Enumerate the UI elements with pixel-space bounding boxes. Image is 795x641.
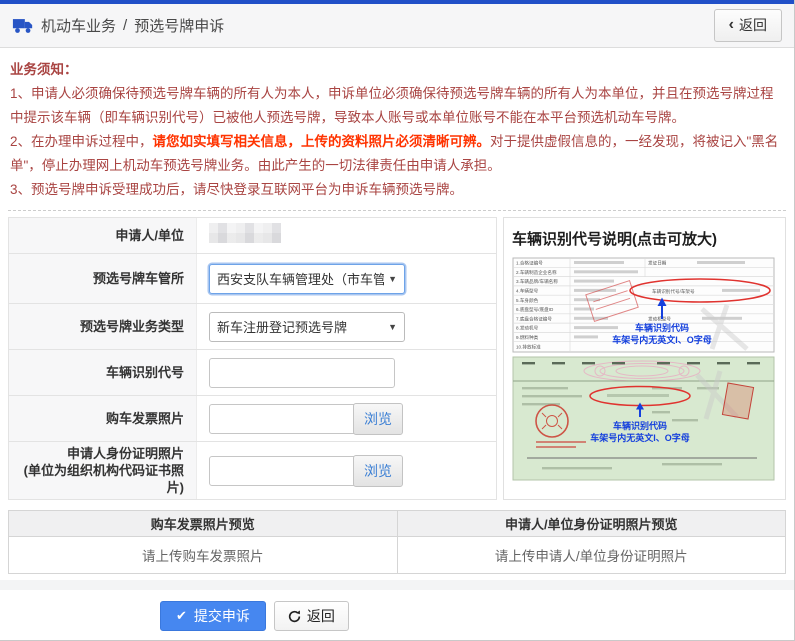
spacer (0, 580, 794, 590)
biztype-select-value: 新车注册登记预选号牌 (217, 317, 384, 336)
id-browse-button[interactable]: 浏览 (353, 455, 403, 487)
preview-header-invoice: 购车发票照片预览 (9, 511, 398, 536)
vin-illustration[interactable]: 1.合格证编号 2.车辆制造企业名称 3.车辆品牌/车辆名称 4.车辆型号 5.车身颜色… (512, 257, 777, 483)
svg-text:8.发动机号: 8.发动机号 (516, 325, 539, 332)
invoice-photo-label: 购车发票照片 (9, 396, 197, 441)
notice-line-1: 1、申请人必须确保待预选号牌车辆的所有人为本人，申诉单位必须确保待预选号牌车辆的… (10, 82, 784, 130)
breadcrumb-separator: / (123, 17, 127, 34)
invoice-photo-cell: 浏览 (197, 396, 496, 441)
applicant-label: 申请人/单位 (9, 218, 197, 253)
svg-text:6.底盘型号/底盘ID: 6.底盘型号/底盘ID (516, 306, 554, 313)
svg-text:2.车辆制造企业名称: 2.车辆制造企业名称 (516, 269, 557, 276)
notice-line-2: 2、在办理申诉过程中，请您如实填写相关信息，上传的资料照片必须清晰可辨。对于提供… (10, 130, 784, 178)
checkmark-icon: ✔ (176, 608, 187, 624)
svg-text:5.车身颜色: 5.车身颜色 (516, 297, 539, 304)
id-photo-row: 申请人身份证明照片 (单位为组织机构代码证书照片) 浏览 (9, 442, 496, 500)
preview-cell-id: 请上传申请人/单位身份证明照片 (398, 537, 786, 573)
notice-line-2-emphasis: 请您如实填写相关信息，上传的资料照片必须清晰可辨。 (153, 134, 491, 149)
preview-cell-invoice: 请上传购车发票照片 (9, 537, 398, 573)
id-photo-label-main: 申请人身份证明照片 (67, 445, 184, 462)
back-arrow-icon: ‹ (729, 19, 734, 31)
svg-text:1.合格证编号: 1.合格证编号 (516, 260, 543, 267)
id-file-group: 浏览 (209, 455, 403, 487)
vin-row: 车辆识别代号 (9, 350, 496, 396)
vin-annotation2-line1: 车辆识别代码 (613, 420, 667, 431)
breadcrumb-section: 机动车业务 (41, 15, 116, 36)
biztype-select[interactable]: 新车注册登记预选号牌 ▼ (209, 312, 405, 342)
vin-annotation2-line2: 车架号内无英文I、O字母 (590, 432, 690, 443)
biztype-label: 预选号牌业务类型 (9, 304, 197, 349)
preview-table: 购车发票照片预览 申请人/单位身份证明照片预览 请上传购车发票照片 请上传申请人… (8, 510, 786, 574)
submit-appeal-button[interactable]: ✔ 提交申诉 (160, 601, 266, 631)
vin-cell-label: 车辆识别代号/车架号 (652, 288, 695, 295)
invoice-browse-button[interactable]: 浏览 (353, 403, 403, 435)
notice-line-3: 3、预选号牌申诉受理成功后，请尽快登录互联网平台为申诉车辆预选号牌。 (10, 178, 784, 202)
id-photo-label-sub: (单位为组织机构代码证书照片) (13, 462, 184, 496)
biztype-value-cell: 新车注册登记预选号牌 ▼ (197, 304, 496, 349)
breadcrumb-page: 预选号牌申诉 (134, 15, 224, 36)
vin-annotation-line2: 车架号内无英文I、O字母 (612, 334, 712, 345)
submit-appeal-label: 提交申诉 (194, 606, 250, 626)
vin-explanation-panel: 车辆识别代号说明(点击可放大) 1.合格证编号 2.车辆制造企业名称 3.车辆品牌/… (503, 217, 786, 500)
biztype-row: 预选号牌业务类型 新车注册登记预选号牌 ▼ (9, 304, 496, 350)
return-button-label: 返回 (307, 606, 335, 626)
redacted-applicant-value (209, 223, 281, 243)
breadcrumb: 机动车业务 / 预选号牌申诉 (12, 15, 224, 36)
business-notice: 业务须知： 1、申请人必须确保待预选号牌车辆的所有人为本人，申诉单位必须确保待预… (8, 48, 786, 211)
page: 机动车业务 / 预选号牌申诉 ‹ 返回 业务须知： 1、申请人必须确保待预选号牌… (0, 0, 795, 641)
back-button-label: 返回 (739, 15, 767, 35)
svg-text:7.底盘合格证编号: 7.底盘合格证编号 (516, 315, 552, 322)
page-header: 机动车业务 / 预选号牌申诉 ‹ 返回 (0, 4, 794, 48)
refresh-icon (288, 610, 301, 623)
applicant-row: 申请人/单位 (9, 218, 496, 254)
id-file-input[interactable] (209, 456, 355, 486)
vin-value-cell (197, 350, 496, 395)
cert-right-mid-label: 发动机型号 (648, 316, 671, 323)
main-content: 业务须知： 1、申请人必须确保待预选号牌车辆的所有人为本人，申诉单位必须确保待预… (0, 48, 794, 580)
vin-panel-title: 车辆识别代号说明(点击可放大) (512, 228, 777, 249)
dropdown-arrow-icon: ▼ (388, 322, 397, 332)
notice-title: 业务须知： (10, 58, 784, 82)
cert-right-top-label: 发证日期 (648, 260, 667, 267)
vin-annotation-line1: 车辆识别代码 (635, 322, 689, 333)
preview-data-row: 请上传购车发票照片 请上传申请人/单位身份证明照片 (9, 537, 785, 573)
return-button[interactable]: 返回 (274, 601, 349, 631)
applicant-value-cell (197, 218, 496, 253)
preview-header-id: 申请人/单位身份证明照片预览 (398, 511, 786, 536)
invoice-file-group: 浏览 (209, 403, 403, 435)
preview-header-row: 购车发票照片预览 申请人/单位身份证明照片预览 (9, 511, 785, 537)
id-photo-label: 申请人身份证明照片 (单位为组织机构代码证书照片) (9, 442, 197, 499)
office-row: 预选号牌车管所 西安支队车辆管理处（市车管所） ▼ (9, 254, 496, 304)
office-select-value: 西安支队车辆管理处（市车管所） (217, 269, 384, 288)
notice-line-2-prefix: 2、在办理申诉过程中， (10, 134, 153, 149)
office-label: 预选号牌车管所 (9, 254, 197, 303)
footer-actions: ✔ 提交申诉 返回 (0, 590, 794, 641)
form-section: 申请人/单位 预选号牌车管所 西安支队车辆管理处（市车管所） ▼ (8, 211, 786, 500)
svg-text:10.排放标准: 10.排放标准 (516, 343, 541, 350)
back-button-top[interactable]: ‹ 返回 (714, 9, 782, 42)
svg-text:4.车辆型号: 4.车辆型号 (516, 288, 539, 295)
office-value-cell: 西安支队车辆管理处（市车管所） ▼ (197, 254, 496, 303)
id-photo-cell: 浏览 (197, 442, 496, 499)
truck-icon (12, 17, 34, 34)
svg-text:9.燃料种类: 9.燃料种类 (516, 334, 539, 341)
svg-text:3.车辆品牌/车辆名称: 3.车辆品牌/车辆名称 (516, 278, 558, 285)
dropdown-arrow-icon: ▼ (388, 274, 397, 284)
vin-label: 车辆识别代号 (9, 350, 197, 395)
invoice-file-input[interactable] (209, 404, 355, 434)
office-select[interactable]: 西安支队车辆管理处（市车管所） ▼ (209, 264, 405, 294)
vin-panel-title-hint: (点击可放大) (632, 231, 717, 248)
vin-panel-title-text: 车辆识别代号说明 (512, 231, 632, 248)
invoice-photo-row: 购车发票照片 浏览 (9, 396, 496, 442)
vin-input[interactable] (209, 358, 395, 388)
appeal-form: 申请人/单位 预选号牌车管所 西安支队车辆管理处（市车管所） ▼ (8, 217, 497, 500)
